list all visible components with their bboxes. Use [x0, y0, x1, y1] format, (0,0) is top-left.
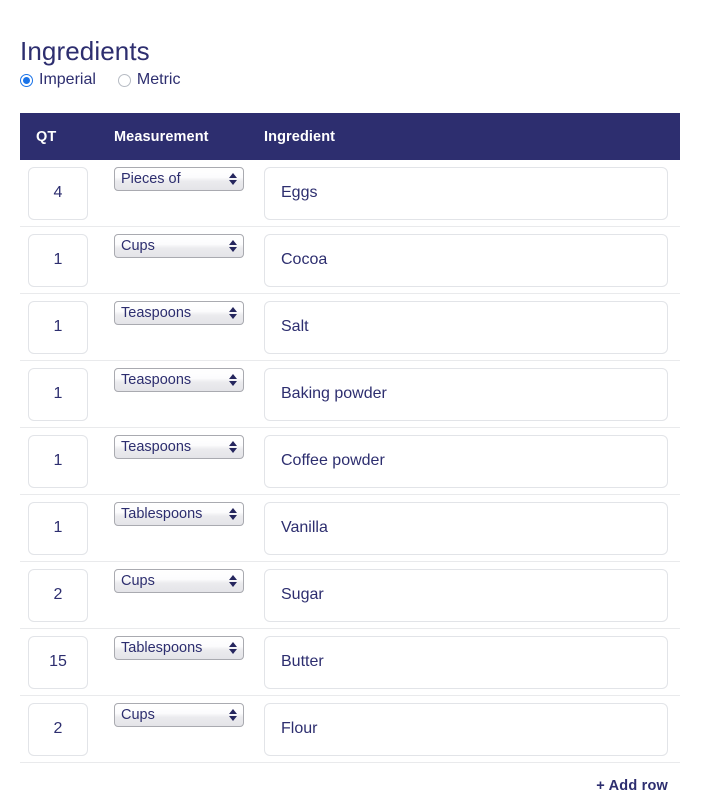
- measurement-select-wrapper: Pieces ofCupsTeaspoonsTablespoons: [114, 568, 244, 593]
- cell-quantity: [20, 702, 114, 756]
- measurement-select[interactable]: Pieces ofCupsTeaspoonsTablespoons: [114, 702, 244, 727]
- measurement-select[interactable]: Pieces ofCupsTeaspoonsTablespoons: [114, 166, 244, 191]
- column-header-qt: QT: [36, 128, 57, 145]
- cell-ingredient: [264, 300, 680, 354]
- quantity-input[interactable]: [28, 434, 88, 488]
- add-row-button[interactable]: + Add row: [596, 778, 668, 794]
- cell-quantity: [20, 568, 114, 622]
- cell-ingredient: [264, 501, 680, 555]
- table-header-row: QT Measurement Ingredient: [20, 113, 680, 160]
- radio-imperial-icon[interactable]: [20, 73, 33, 87]
- ingredients-page: Ingredients Imperial Metric QT Measureme…: [0, 0, 711, 805]
- cell-ingredient: [264, 434, 680, 488]
- cell-measurement: Pieces ofCupsTeaspoonsTablespoons: [114, 428, 264, 495]
- cell-quantity: [20, 166, 114, 220]
- cell-measurement: Pieces ofCupsTeaspoonsTablespoons: [114, 696, 264, 763]
- measurement-select-wrapper: Pieces ofCupsTeaspoonsTablespoons: [114, 233, 244, 258]
- cell-quantity: [20, 635, 114, 689]
- table-row: Pieces ofCupsTeaspoonsTablespoons: [20, 160, 680, 227]
- ingredient-input[interactable]: [264, 434, 668, 488]
- cell-quantity: [20, 501, 114, 555]
- quantity-input[interactable]: [28, 568, 88, 622]
- table-body: Pieces ofCupsTeaspoonsTablespoons Pieces …: [20, 160, 680, 763]
- table-row: Pieces ofCupsTeaspoonsTablespoons: [20, 361, 680, 428]
- table-row: Pieces ofCupsTeaspoonsTablespoons: [20, 294, 680, 361]
- measurement-select[interactable]: Pieces ofCupsTeaspoonsTablespoons: [114, 300, 244, 325]
- quantity-input[interactable]: [28, 367, 88, 421]
- measurement-select-wrapper: Pieces ofCupsTeaspoonsTablespoons: [114, 635, 244, 660]
- cell-measurement: Pieces ofCupsTeaspoonsTablespoons: [114, 361, 264, 428]
- ingredient-input[interactable]: [264, 166, 668, 220]
- table-row: Pieces ofCupsTeaspoonsTablespoons: [20, 428, 680, 495]
- measurement-select[interactable]: Pieces ofCupsTeaspoonsTablespoons: [114, 635, 244, 660]
- cell-measurement: Pieces ofCupsTeaspoonsTablespoons: [114, 294, 264, 361]
- measurement-select-wrapper: Pieces ofCupsTeaspoonsTablespoons: [114, 300, 244, 325]
- measurement-select-wrapper: Pieces ofCupsTeaspoonsTablespoons: [114, 501, 244, 526]
- quantity-input[interactable]: [28, 166, 88, 220]
- cell-ingredient: [264, 367, 680, 421]
- measurement-select[interactable]: Pieces ofCupsTeaspoonsTablespoons: [114, 568, 244, 593]
- table-row: Pieces ofCupsTeaspoonsTablespoons: [20, 227, 680, 294]
- radio-metric-label: Metric: [136, 71, 181, 88]
- cell-quantity: [20, 233, 114, 287]
- quantity-input[interactable]: [28, 635, 88, 689]
- cell-ingredient: [264, 233, 680, 287]
- cell-measurement: Pieces ofCupsTeaspoonsTablespoons: [114, 495, 264, 562]
- measurement-select[interactable]: Pieces ofCupsTeaspoonsTablespoons: [114, 367, 244, 392]
- cell-measurement: Pieces ofCupsTeaspoonsTablespoons: [114, 160, 264, 227]
- ingredient-input[interactable]: [264, 702, 668, 756]
- measurement-select[interactable]: Pieces ofCupsTeaspoonsTablespoons: [114, 501, 244, 526]
- radio-metric-icon[interactable]: [117, 73, 131, 87]
- cell-ingredient: [264, 635, 680, 689]
- cell-quantity: [20, 367, 114, 421]
- cell-quantity: [20, 434, 114, 488]
- unit-system-radio-group: Imperial Metric: [20, 69, 180, 91]
- cell-measurement: Pieces ofCupsTeaspoonsTablespoons: [114, 629, 264, 696]
- ingredient-input[interactable]: [264, 501, 668, 555]
- cell-ingredient: [264, 166, 680, 220]
- cell-quantity: [20, 300, 114, 354]
- ingredients-table: QT Measurement Ingredient Pieces ofCupsT…: [20, 113, 680, 805]
- cell-ingredient: [264, 568, 680, 622]
- quantity-input[interactable]: [28, 501, 88, 555]
- ingredient-input[interactable]: [264, 300, 668, 354]
- measurement-select-wrapper: Pieces ofCupsTeaspoonsTablespoons: [114, 702, 244, 727]
- column-header-ingredient: Ingredient: [264, 128, 336, 145]
- table-row: Pieces ofCupsTeaspoonsTablespoons: [20, 562, 680, 629]
- measurement-select-wrapper: Pieces ofCupsTeaspoonsTablespoons: [114, 367, 244, 392]
- quantity-input[interactable]: [28, 300, 88, 354]
- measurement-select-wrapper: Pieces ofCupsTeaspoonsTablespoons: [114, 434, 244, 459]
- measurement-select[interactable]: Pieces ofCupsTeaspoonsTablespoons: [114, 434, 244, 459]
- cell-measurement: Pieces ofCupsTeaspoonsTablespoons: [114, 227, 264, 294]
- table-row: Pieces ofCupsTeaspoonsTablespoons: [20, 629, 680, 696]
- cell-ingredient: [264, 702, 680, 756]
- table-row: Pieces ofCupsTeaspoonsTablespoons: [20, 495, 680, 562]
- cell-measurement: Pieces ofCupsTeaspoonsTablespoons: [114, 562, 264, 629]
- radio-option-imperial[interactable]: Imperial: [20, 71, 96, 89]
- page-title: Ingredients: [20, 36, 150, 67]
- column-header-measurement: Measurement: [114, 128, 209, 145]
- table-footer: + Add row: [20, 763, 680, 805]
- ingredient-input[interactable]: [264, 568, 668, 622]
- table-row: Pieces ofCupsTeaspoonsTablespoons: [20, 696, 680, 763]
- measurement-select[interactable]: Pieces ofCupsTeaspoonsTablespoons: [114, 233, 244, 258]
- ingredient-input[interactable]: [264, 233, 668, 287]
- radio-option-metric[interactable]: Metric: [117, 71, 181, 89]
- measurement-select-wrapper: Pieces ofCupsTeaspoonsTablespoons: [114, 166, 244, 191]
- quantity-input[interactable]: [28, 233, 88, 287]
- radio-imperial-label: Imperial: [39, 71, 96, 88]
- ingredient-input[interactable]: [264, 635, 668, 689]
- ingredient-input[interactable]: [264, 367, 668, 421]
- quantity-input[interactable]: [28, 702, 88, 756]
